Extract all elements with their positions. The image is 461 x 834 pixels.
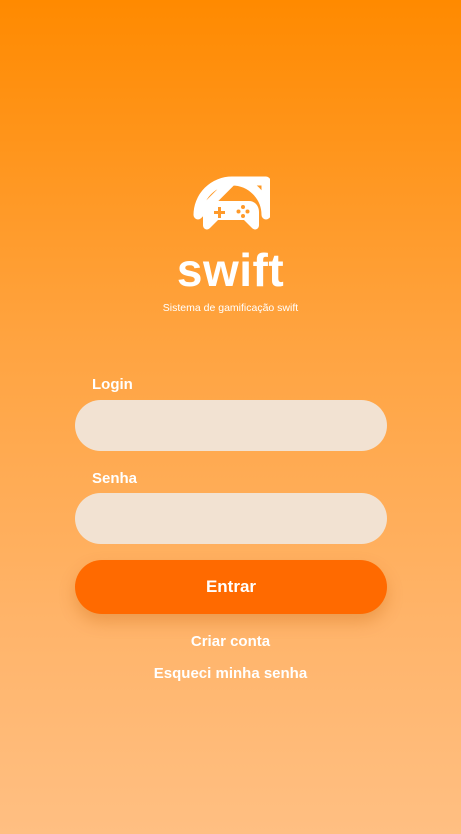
create-account-link[interactable]: Criar conta — [0, 633, 461, 650]
password-input[interactable] — [75, 493, 387, 544]
login-button[interactable]: Entrar — [75, 560, 387, 614]
app-logo: swift Sistema de gamificação swift — [0, 172, 461, 322]
login-input[interactable] — [75, 400, 387, 451]
login-label: Login — [92, 376, 133, 393]
forgot-password-link[interactable]: Esqueci minha senha — [0, 665, 461, 682]
password-label: Senha — [92, 470, 138, 487]
brand-tagline: Sistema de gamificação swift — [162, 302, 299, 314]
brand-name: swift — [176, 244, 285, 296]
